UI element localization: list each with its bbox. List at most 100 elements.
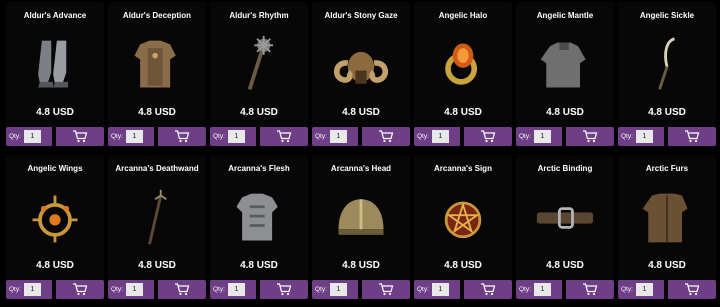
quantity-input[interactable]	[533, 283, 551, 296]
product-price: 4.8 USD	[240, 107, 278, 118]
product-card: Angelic Mantle 4.8 USD Qty:	[516, 2, 614, 146]
add-to-cart-button[interactable]	[56, 280, 104, 299]
add-to-cart-button[interactable]	[158, 280, 206, 299]
qty-label: Qty:	[213, 133, 225, 140]
product-name[interactable]: Angelic Wings	[6, 158, 104, 180]
product-image[interactable]	[112, 28, 202, 102]
buy-bar: Qty:	[414, 280, 512, 299]
product-name[interactable]: Arctic Binding	[516, 158, 614, 180]
add-to-cart-button[interactable]	[362, 280, 410, 299]
mantle-icon	[540, 42, 586, 88]
cart-icon	[583, 283, 598, 296]
product-image[interactable]	[622, 181, 712, 255]
product-image[interactable]	[520, 28, 610, 102]
quantity-input[interactable]	[329, 283, 347, 296]
add-to-cart-button[interactable]	[464, 127, 512, 146]
quantity-input[interactable]	[125, 283, 143, 296]
add-to-cart-button[interactable]	[260, 280, 308, 299]
cart-icon	[175, 283, 190, 296]
add-to-cart-button[interactable]	[362, 127, 410, 146]
qty-label: Qty:	[417, 133, 429, 140]
product-image[interactable]	[214, 181, 304, 255]
qty-box: Qty:	[312, 127, 358, 146]
buy-bar: Qty:	[618, 127, 716, 146]
quantity-input[interactable]	[125, 130, 143, 143]
qty-box: Qty:	[516, 127, 562, 146]
product-name[interactable]: Aldur's Rhythm	[210, 5, 308, 27]
product-card: Arcanna's Deathwand 4.8 USD Qty:	[108, 155, 206, 299]
buy-bar: Qty:	[618, 280, 716, 299]
product-card: Arctic Furs 4.8 USD Qty:	[618, 155, 716, 299]
qty-label: Qty:	[621, 286, 633, 293]
product-image[interactable]	[418, 181, 508, 255]
add-to-cart-button[interactable]	[668, 127, 716, 146]
buy-bar: Qty:	[516, 127, 614, 146]
product-name[interactable]: Angelic Mantle	[516, 5, 614, 27]
cart-icon	[277, 283, 292, 296]
product-name[interactable]: Arcanna's Head	[312, 158, 410, 180]
add-to-cart-button[interactable]	[668, 280, 716, 299]
quantity-input[interactable]	[635, 283, 653, 296]
quantity-input[interactable]	[431, 130, 449, 143]
mace-icon	[247, 35, 274, 90]
cart-icon	[73, 283, 88, 296]
greaves-icon	[38, 40, 69, 88]
plate-armor-icon	[236, 193, 278, 241]
product-name[interactable]: Arcanna's Sign	[414, 158, 512, 180]
product-price: 4.8 USD	[36, 260, 74, 271]
product-image[interactable]	[622, 28, 712, 102]
quantity-input[interactable]	[227, 283, 245, 296]
amulet-icon	[32, 195, 78, 243]
add-to-cart-button[interactable]	[566, 280, 614, 299]
quantity-input[interactable]	[329, 130, 347, 143]
qty-label: Qty:	[111, 286, 123, 293]
product-image[interactable]	[316, 181, 406, 255]
qty-box: Qty:	[108, 280, 154, 299]
qty-box: Qty:	[312, 280, 358, 299]
product-name[interactable]: Aldur's Deception	[108, 5, 206, 27]
product-image[interactable]	[112, 181, 202, 255]
add-to-cart-button[interactable]	[260, 127, 308, 146]
product-name[interactable]: Arcanna's Flesh	[210, 158, 308, 180]
product-name[interactable]: Angelic Sickle	[618, 5, 716, 27]
quantity-input[interactable]	[635, 130, 653, 143]
belt-icon	[536, 207, 594, 229]
quantity-input[interactable]	[431, 283, 449, 296]
add-to-cart-button[interactable]	[566, 127, 614, 146]
buy-bar: Qty:	[6, 127, 104, 146]
product-price: 4.8 USD	[648, 107, 686, 118]
add-to-cart-button[interactable]	[464, 280, 512, 299]
product-image[interactable]	[10, 28, 100, 102]
qty-box: Qty:	[6, 127, 52, 146]
quantity-input[interactable]	[23, 283, 41, 296]
cart-icon	[481, 130, 496, 143]
quantity-input[interactable]	[23, 130, 41, 143]
quantity-input[interactable]	[227, 130, 245, 143]
product-grid: Aldur's Advance4.8 USDQty:Aldur's Decept…	[0, 0, 720, 307]
product-name[interactable]: Arcanna's Deathwand	[108, 158, 206, 180]
product-image[interactable]	[520, 181, 610, 255]
product-card: Aldur's Rhythm 4.8 USD Qty:	[210, 2, 308, 146]
add-to-cart-button[interactable]	[56, 127, 104, 146]
product-name[interactable]: Arctic Furs	[618, 158, 716, 180]
product-price: 4.8 USD	[240, 260, 278, 271]
cart-icon	[379, 283, 394, 296]
product-name[interactable]: Aldur's Advance	[6, 5, 104, 27]
quantity-input[interactable]	[533, 130, 551, 143]
product-price: 4.8 USD	[138, 260, 176, 271]
product-price: 4.8 USD	[444, 260, 482, 271]
add-to-cart-button[interactable]	[158, 127, 206, 146]
product-image[interactable]	[214, 28, 304, 102]
product-image[interactable]	[316, 28, 406, 102]
product-image[interactable]	[418, 28, 508, 102]
qty-label: Qty:	[315, 286, 327, 293]
cart-icon	[685, 283, 700, 296]
qty-label: Qty:	[315, 133, 327, 140]
qty-box: Qty:	[210, 127, 256, 146]
product-image[interactable]	[10, 181, 100, 255]
product-name[interactable]: Angelic Halo	[414, 5, 512, 27]
product-card: Aldur's Advance 4.8 USD Qty:	[6, 2, 104, 146]
product-name[interactable]: Aldur's Stony Gaze	[312, 5, 410, 27]
cart-icon	[583, 130, 598, 143]
pentagram-amulet-icon	[444, 201, 482, 239]
